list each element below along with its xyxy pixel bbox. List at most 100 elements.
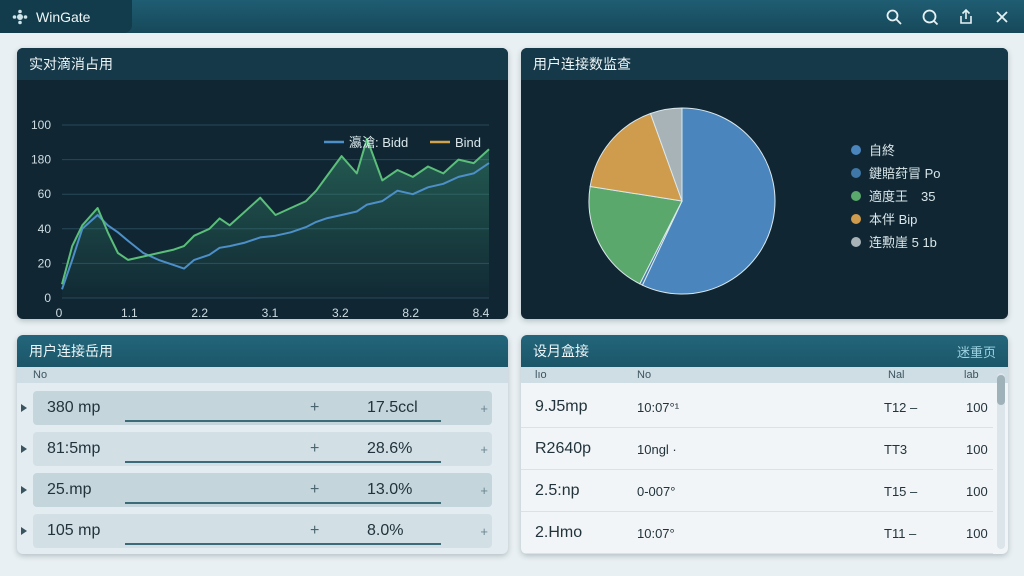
traffic-panel-header: 实对滴消占用 [17, 48, 508, 80]
legend-swatch [851, 236, 861, 247]
pie-legend-item: 適度王 35 [851, 186, 935, 205]
usage-column-no: No [33, 369, 48, 381]
y-tick-label: 180 [31, 153, 51, 167]
app-tab[interactable]: WinGate [0, 0, 132, 33]
pie-legend-item: 本伴 Bip [851, 209, 917, 228]
table-row[interactable]: 9.J5mp 10:07°¹ T12 – 100 [521, 387, 993, 428]
usage-panel: 用户连接岳用 No 380 mp +17.5ccl +81:5mp +28.6% + 25… [17, 335, 508, 554]
legend-label: 瀛滄: Bidd [349, 135, 408, 150]
devices-panel: 设月盒接 迷重页 lıo No Nal lab 9.J5mp 10:07°¹ T12… [521, 335, 1008, 554]
toolbar [884, 7, 1012, 27]
y-tick-label: 20 [38, 256, 52, 270]
usage-row[interactable]: 25.mp +13.0% + [21, 473, 492, 507]
usage-row-arrow[interactable]: + [480, 401, 488, 416]
usage-row-percent: 13.0% [367, 481, 413, 498]
pie-legend-item: 连勲崖 5 1b [851, 232, 937, 251]
pie-legend-label: 连勲崖 5 1b [869, 235, 937, 250]
devices-more-link[interactable]: 迷重页 [957, 342, 996, 361]
share-icon[interactable] [956, 7, 976, 27]
y-tick-label: 60 [38, 187, 52, 201]
device-cell-c3: TT3 [884, 441, 908, 457]
device-cell-c3: T12 – [884, 399, 918, 415]
usage-row-arrow[interactable]: + [480, 483, 488, 498]
devices-panel-header: 设月盒接 迷重页 [521, 335, 1008, 367]
pie-legend-label: 適度王 35 [869, 189, 936, 204]
device-cell-c1: R2640p [535, 440, 592, 457]
device-cell-c4: 100 [966, 525, 988, 541]
y-tick-label: 100 [31, 118, 51, 132]
pie-panel-title: 用户连接数监查 [533, 56, 631, 72]
usage-panel-header: 用户连接岳用 [17, 335, 508, 367]
app-logo-icon [12, 9, 28, 24]
legend-swatch [851, 213, 861, 224]
device-cell-c4: 100 [966, 441, 988, 457]
devices-column-header: lıo No Nal lab [521, 367, 1008, 383]
pie-legend-label: 本伴 Bip [869, 212, 918, 227]
device-cell-c2: 10:07° [637, 525, 675, 541]
x-tick-label: 3.1 [262, 306, 279, 319]
device-cell-c3: T11 – [884, 525, 917, 541]
devices-scroll-thumb[interactable] [997, 375, 1005, 405]
x-tick-label: 8.4 [473, 306, 490, 319]
device-cell-c2: 10ngl · [637, 441, 677, 457]
expand-caret-icon[interactable] [21, 527, 27, 535]
devices-scrollbar[interactable] [997, 373, 1005, 549]
usage-row-plus[interactable]: + [310, 399, 319, 417]
y-tick-label: 0 [44, 291, 51, 305]
x-tick-label: 3.2 [332, 306, 349, 319]
usage-row-plus[interactable]: + [310, 440, 319, 458]
y-tick-label: 40 [38, 222, 52, 236]
connections-pie-panel: 用户连接数监查 自終鍵賠荮冒 Po 適度王 35 本伴 Bip 连勲崖 5 1b [521, 48, 1008, 319]
table-row[interactable]: R2640p 10ngl · TT3 100 [521, 429, 993, 470]
usage-row-bar [125, 420, 441, 422]
devices-col-3: Nal [888, 369, 905, 381]
usage-row-plus[interactable]: + [310, 481, 319, 499]
usage-row-arrow[interactable]: + [480, 442, 488, 457]
devices-col-1: lıo [535, 369, 547, 381]
pie-legend-item: 自終 [851, 140, 895, 159]
expand-caret-icon[interactable] [21, 404, 27, 412]
usage-panel-title: 用户连接岳用 [29, 343, 113, 359]
search-icon[interactable] [884, 7, 904, 27]
usage-row[interactable]: 105 mp +8.0% + [21, 514, 492, 548]
legend-swatch [851, 190, 861, 201]
x-tick-label: 1.1 [121, 306, 138, 319]
expand-caret-icon[interactable] [21, 445, 27, 453]
legend-swatch [851, 144, 861, 155]
usage-row[interactable]: 380 mp +17.5ccl + [21, 391, 492, 425]
usage-row-percent: 17.5ccl [367, 399, 418, 416]
usage-row-name: 380 mp [47, 399, 101, 416]
legend-label: Bind [455, 135, 481, 150]
x-tick-label: 0 [56, 306, 63, 319]
devices-col-4: lab [964, 369, 979, 381]
usage-row-arrow[interactable]: + [480, 524, 488, 539]
series-area [62, 138, 489, 298]
device-cell-c2: 0-007° [637, 483, 676, 499]
pie-panel-header: 用户连接数监查 [521, 48, 1008, 80]
pie-legend-label: 鍵賠荮冒 Po [869, 166, 941, 181]
zoom-icon[interactable] [920, 7, 940, 27]
usage-row[interactable]: 81:5mp +28.6% + [21, 432, 492, 466]
x-tick-label: 2.2 [191, 306, 208, 319]
usage-row-bar [125, 502, 441, 504]
x-tick-label: 8.2 [402, 306, 419, 319]
usage-row-percent: 8.0% [367, 522, 404, 539]
devices-col-2: No [637, 369, 652, 381]
device-cell-c1: 9.J5mp [535, 398, 588, 415]
close-icon[interactable] [992, 7, 1012, 27]
usage-column-header: No [17, 367, 508, 383]
usage-row-plus[interactable]: + [310, 522, 319, 540]
usage-row-name: 25.mp [47, 481, 92, 498]
traffic-line-chart: 0 20 40 60 180 100 0 1.1 2.2 3.1 3.2 8.2 8.4 瀛滄: Bidd… [31, 118, 490, 319]
app-title: WinGate [36, 8, 91, 25]
devices-panel-title: 设月盒接 [533, 343, 589, 359]
traffic-panel: 实对滴消占用 0 20 40 60 180 100 0 1.1 2.2 3.1 3.2 8.2 8.4 瀛… [17, 48, 508, 319]
device-cell-c1: 2.5:np [535, 482, 580, 499]
legend-swatch [851, 167, 861, 178]
expand-caret-icon[interactable] [21, 486, 27, 494]
usage-row-name: 105 mp [47, 522, 101, 539]
pie-legend-label: 自終 [869, 143, 896, 158]
table-row[interactable]: 2.Hmo 10:07° T11 – 100 [521, 513, 993, 554]
device-cell-c3: T15 – [884, 483, 918, 499]
table-row[interactable]: 2.5:np 0-007° T15 – 100 [521, 471, 993, 512]
